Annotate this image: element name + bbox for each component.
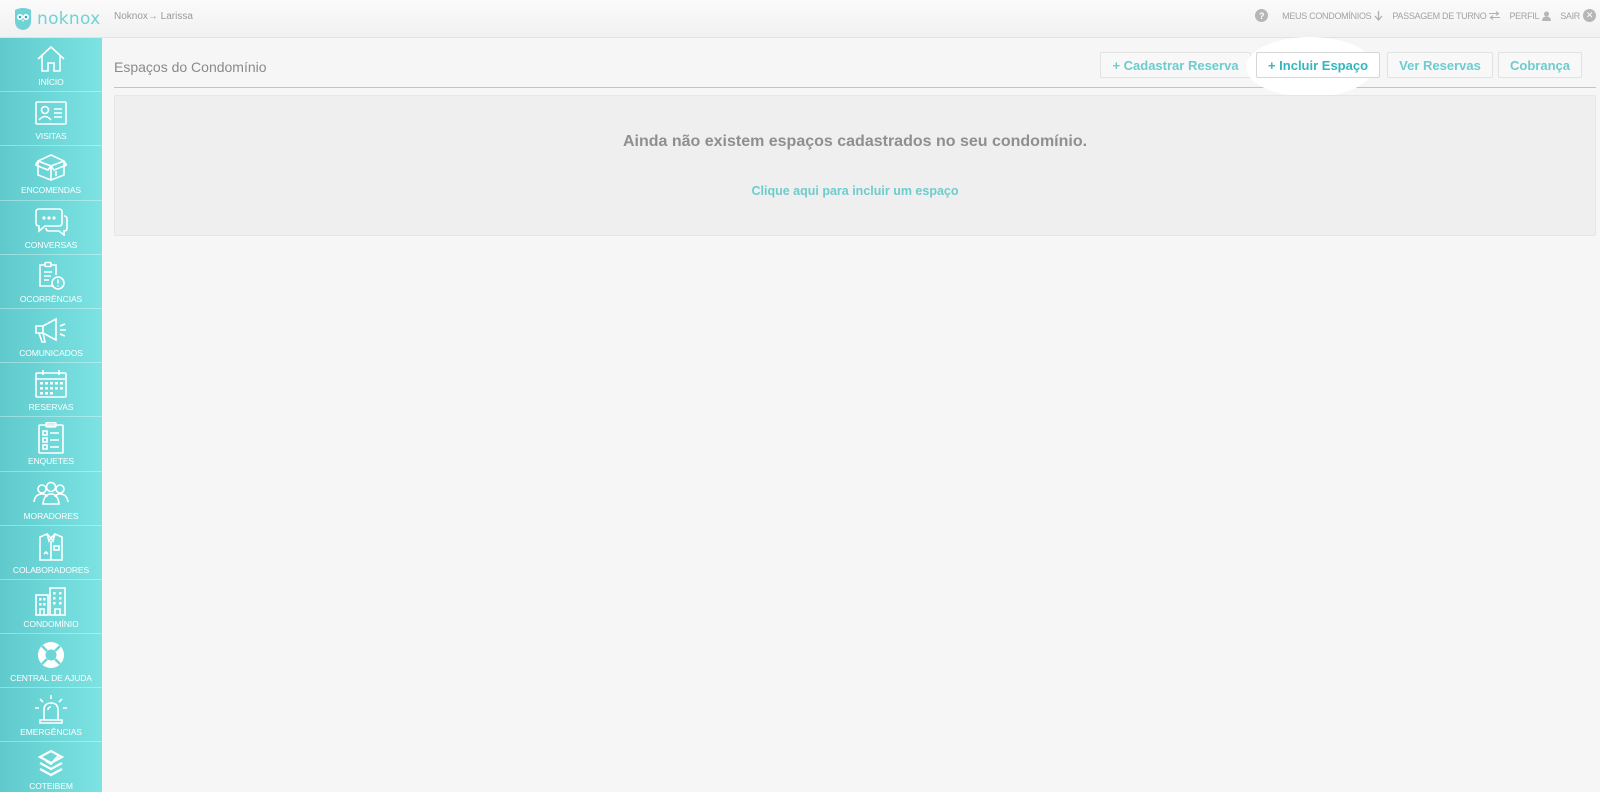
meus-condominios-menu[interactable]: MEUS CONDOMÍNIOS (1282, 10, 1383, 21)
sidebar-item-central-de-ajuda[interactable]: CENTRAL DE AJUDA (0, 634, 102, 689)
page-title: Espaços do Condomínio (114, 59, 267, 75)
close-icon: ✕ (1583, 9, 1596, 22)
sidebar-item-moradores[interactable]: MORADORES (0, 472, 102, 526)
sidebar: INÍCIO VISITAS ENCOMENDAS CONVERSAS OCOR… (0, 38, 102, 792)
sidebar-item-label: VISITAS (35, 131, 67, 142)
building-icon (35, 587, 66, 616)
user-icon (1542, 11, 1552, 21)
cadastrar-reserva-button[interactable]: + Cadastrar Reserva (1100, 52, 1251, 78)
sidebar-item-encomendas[interactable]: ENCOMENDAS (0, 146, 102, 201)
people-icon (33, 481, 69, 505)
megaphone-icon (35, 317, 66, 343)
sidebar-item-label: MORADORES (23, 510, 79, 521)
main-header: Espaços do Condomínio + Cadastrar Reserv… (114, 37, 1596, 97)
id-card-icon (35, 101, 67, 125)
sidebar-item-coteibem[interactable]: COTEIBEM (0, 742, 102, 792)
sidebar-item-label: EMERGÊNCIAS (20, 727, 82, 738)
sidebar-item-reservas[interactable]: RESERVAS (0, 363, 102, 418)
ver-reservas-button[interactable]: Ver Reservas (1387, 52, 1493, 78)
top-bar: noknox Noknox→ Larissa ? MEUS CONDOMÍNIO… (0, 0, 1600, 38)
cobranca-button[interactable]: Cobrança (1498, 52, 1582, 78)
sidebar-item-label: COLABORADORES (12, 564, 90, 575)
meus-condominios-label: MEUS CONDOMÍNIOS (1282, 10, 1372, 21)
sidebar-item-label: INÍCIO (38, 77, 64, 87)
passagem-de-turno-menu[interactable]: PASSAGEM DE TURNO (1392, 10, 1501, 21)
help-icon[interactable]: ? (1255, 9, 1269, 22)
sidebar-item-label: ENQUETES (28, 456, 74, 467)
siren-icon (35, 695, 67, 725)
perfil-label: PERFIL (1509, 10, 1540, 21)
breadcrumb[interactable]: Noknox→ Larissa (114, 11, 193, 22)
top-nav: ? MEUS CONDOMÍNIOS PASSAGEM DE TURNO PER… (1255, 9, 1596, 22)
clipboard-alert-icon (39, 261, 65, 290)
home-icon (37, 45, 65, 72)
sidebar-item-label: RESERVAS (28, 402, 74, 413)
sidebar-item-comunicados[interactable]: COMUNICADOS (0, 309, 102, 364)
sidebar-item-label: CONVERSAS (24, 239, 78, 250)
chat-icon (35, 207, 68, 236)
sidebar-item-condominio[interactable]: CONDOMÍNIO (0, 580, 102, 635)
sidebar-item-visitas[interactable]: VISITAS (0, 92, 102, 147)
sair-label: SAIR (1560, 10, 1580, 21)
sidebar-item-emergencias[interactable]: EMERGÊNCIAS (0, 688, 102, 743)
checklist-icon (38, 422, 64, 455)
owl-logo-icon (15, 8, 31, 30)
sidebar-item-inicio[interactable]: INÍCIO (0, 38, 102, 93)
staff-icon (39, 532, 63, 561)
incluir-espaco-button[interactable]: + Incluir Espaço (1256, 52, 1380, 78)
sidebar-item-colaboradores[interactable]: COLABORADORES (0, 526, 102, 580)
perfil-menu[interactable]: PERFIL (1509, 10, 1552, 21)
app-logo[interactable]: noknox (12, 5, 101, 33)
empty-state-panel: Ainda não existem espaços cadastrados no… (114, 95, 1596, 236)
sidebar-item-label: COTEIBEM (29, 781, 73, 792)
coteibem-icon (37, 750, 65, 777)
incluir-espaco-link[interactable]: Clique aqui para incluir um espaço (115, 184, 1595, 198)
sidebar-item-label: COMUNICADOS (19, 347, 83, 358)
sidebar-item-conversas[interactable]: CONVERSAS (0, 201, 102, 255)
sidebar-item-label: OCORRÊNCIAS (19, 293, 83, 304)
swap-arrows-icon (1489, 11, 1501, 20)
passagem-de-turno-label: PASSAGEM DE TURNO (1392, 10, 1487, 21)
sidebar-item-ocorrencias[interactable]: OCORRÊNCIAS (0, 255, 102, 309)
sidebar-item-label: CENTRAL DE AJUDA (10, 673, 92, 684)
calendar-icon (35, 370, 67, 398)
sidebar-item-label: CONDOMÍNIO (23, 618, 79, 629)
arrow-down-icon (1374, 10, 1383, 21)
empty-state-message: Ainda não existem espaços cadastrados no… (622, 133, 1088, 150)
sidebar-item-label: ENCOMENDAS (21, 185, 81, 196)
sidebar-item-enquetes[interactable]: ENQUETES (0, 417, 102, 472)
package-icon (35, 154, 67, 182)
sair-menu[interactable]: SAIR ✕ (1560, 9, 1596, 22)
lifebuoy-icon (38, 642, 64, 669)
logo-text: noknox (37, 9, 101, 29)
